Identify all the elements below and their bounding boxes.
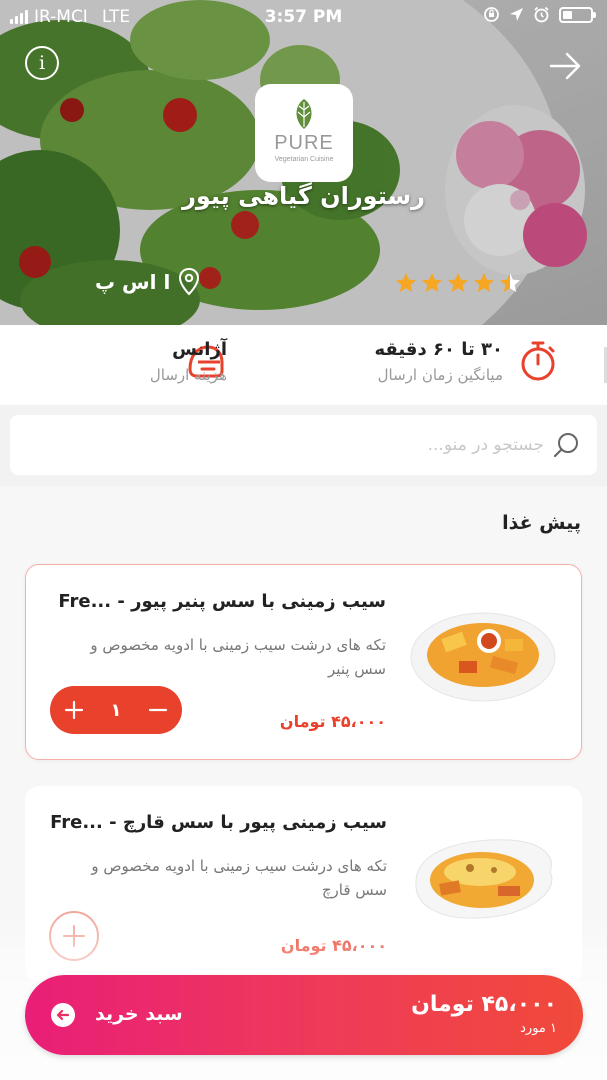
quantity-stepper[interactable]: ۱	[50, 686, 182, 734]
menu-item-card[interactable]: سیب زمینی با سس پنیر پیور - ...Fre تکه ه…	[25, 564, 582, 760]
search-icon[interactable]	[553, 431, 581, 459]
dish-title: سیب زمینی پیور با سس قارچ - ...Fre	[50, 812, 387, 833]
info-button[interactable]: i	[25, 46, 59, 80]
dish-price: ۴۵،۰۰۰ تومان	[280, 936, 387, 955]
restaurant-logo: PURE Vegetarian Cuisine	[255, 84, 353, 182]
leaf-logo-icon	[296, 99, 312, 129]
restaurant-name: رستوران گیاهی پیور	[182, 182, 425, 210]
delivery-fee-label: هزینه ارسال	[149, 366, 227, 384]
logo-brand-text: PURE	[274, 132, 334, 154]
stopwatch-icon	[521, 341, 555, 381]
dish-image	[415, 839, 553, 919]
plus-icon	[63, 925, 85, 947]
arrow-left-icon	[56, 1009, 70, 1021]
cart-label: سبد خرید	[95, 1003, 183, 1025]
delivery-fee-value: آژانس	[172, 339, 227, 360]
cart-total: ۴۵،۰۰۰ تومان	[411, 992, 557, 1017]
restaurant-header: IR-MCI LTE 3:57 PM i PURE Vegetarian Cui…	[0, 0, 607, 325]
menu-item-card[interactable]: سیب زمینی پیور با سس قارچ - ...Fre تکه ه…	[25, 786, 582, 982]
star-full-icon	[422, 273, 442, 292]
delivery-time-label: میانگین زمان ارسال	[377, 366, 503, 384]
cart-item-count: ۱ مورد	[520, 1021, 557, 1036]
star-full-icon	[474, 273, 494, 292]
plus-icon[interactable]	[64, 700, 84, 720]
star-half-icon	[500, 273, 520, 292]
add-item-button[interactable]	[49, 911, 99, 961]
status-bar: IR-MCI LTE 3:57 PM	[0, 0, 607, 34]
section-title: پیش غذا	[502, 512, 581, 534]
dish-price: ۴۵،۰۰۰ تومان	[279, 712, 386, 731]
location-arrow-icon	[510, 8, 523, 21]
quantity-value: ۱	[110, 699, 122, 721]
location-text: ا اس پ	[95, 270, 171, 294]
rotation-lock-icon	[484, 7, 499, 22]
delivery-fee: آژانس هزینه ارسال	[150, 339, 227, 384]
logo-sub-text: Vegetarian Cuisine	[274, 156, 334, 163]
status-right	[483, 6, 596, 23]
info-icon: i	[38, 52, 46, 74]
alarm-icon	[534, 6, 549, 23]
cart-arrow-icon	[51, 1003, 75, 1027]
delivery-time-value: ۳۰ تا ۶۰ دقیقه	[374, 339, 503, 360]
minus-icon[interactable]	[148, 700, 168, 720]
cart-bar[interactable]: ۴۵،۰۰۰ تومان ۱ مورد سبد خرید	[25, 975, 583, 1055]
menu-search-input[interactable]	[26, 425, 544, 465]
battery-icon	[559, 6, 596, 23]
star-full-icon	[396, 273, 416, 292]
delivery-time: ۳۰ تا ۶۰ دقیقه میانگین زمان ارسال	[374, 339, 503, 384]
restaurant-location[interactable]: ا اس پ	[95, 268, 200, 296]
rating-stars	[394, 271, 522, 295]
dish-description: تکه های درشت سیب زمینی با ادویه مخصوص و …	[90, 636, 386, 678]
delivery-info-strip: آژانس هزینه ارسال ۳۰ تا ۶۰ دقیقه میانگین…	[0, 325, 607, 405]
location-pin-icon	[179, 268, 200, 296]
forward-arrow-icon[interactable]	[547, 48, 583, 84]
menu-search-box[interactable]	[10, 415, 597, 475]
dish-title: سیب زمینی با سس پنیر پیور - ...Fre	[58, 591, 386, 612]
dish-description: تکه های درشت سیب زمینی با ادویه مخصوص و …	[91, 857, 387, 899]
star-full-icon	[448, 273, 468, 292]
dish-image	[410, 612, 556, 702]
